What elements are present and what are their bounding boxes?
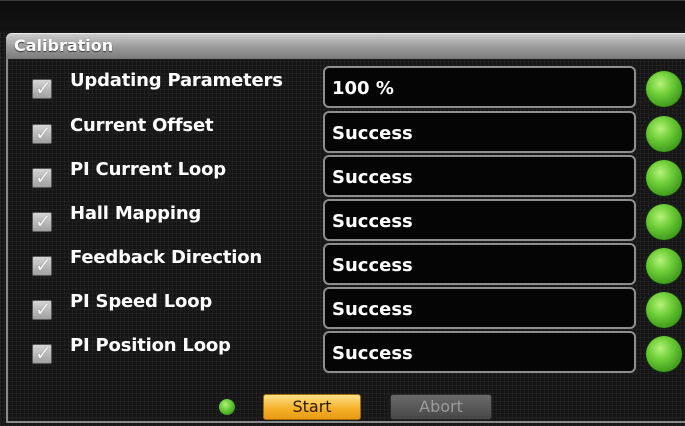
status-led-icon xyxy=(646,204,682,240)
step-checkbox[interactable]: ✓ xyxy=(32,253,52,277)
step-checkbox[interactable]: ✓ xyxy=(32,209,52,233)
step-checkbox[interactable]: ✓ xyxy=(32,121,52,145)
step-result-field: Success xyxy=(323,243,636,285)
step-label: Updating Parameters xyxy=(70,70,283,91)
calibration-step-row: ✓ PI Position Loop Success xyxy=(0,330,685,374)
step-label: Feedback Direction xyxy=(70,247,263,268)
panel-bottom-border xyxy=(6,421,685,423)
checkmark-icon: ✓ xyxy=(35,253,52,277)
panel-title: Calibration xyxy=(14,36,114,55)
step-label: Hall Mapping xyxy=(70,203,202,224)
step-label: Current Offset xyxy=(70,115,214,136)
calibration-step-row: ✓ PI Current Loop Success xyxy=(0,154,685,198)
status-indicator-icon xyxy=(219,399,235,415)
step-result-text: Success xyxy=(332,211,413,232)
panel-header: Calibration xyxy=(6,33,685,59)
calibration-step-row: ✓ Feedback Direction Success xyxy=(0,242,685,286)
calibration-step-row: ✓ PI Speed Loop Success xyxy=(0,286,685,330)
step-result-text: Success xyxy=(332,167,413,188)
step-result-text: Success xyxy=(332,255,413,276)
step-checkbox[interactable]: ✓ xyxy=(32,76,52,100)
checkmark-icon: ✓ xyxy=(35,76,52,100)
top-band xyxy=(0,1,685,31)
status-led-icon xyxy=(646,292,682,328)
step-result-text: Success xyxy=(332,299,413,320)
status-led-icon xyxy=(646,116,682,152)
step-result-field: Success xyxy=(323,111,636,153)
step-label: PI Position Loop xyxy=(70,335,231,356)
checkmark-icon: ✓ xyxy=(35,297,52,321)
step-result-text: 100 % xyxy=(332,78,394,99)
status-led-icon xyxy=(646,336,682,372)
step-label: PI Speed Loop xyxy=(70,291,213,312)
step-result-field: Success xyxy=(323,155,636,197)
status-led-icon xyxy=(646,160,682,196)
checkmark-icon: ✓ xyxy=(35,121,52,145)
step-result-field: Success xyxy=(323,287,636,329)
status-led-icon xyxy=(646,248,682,284)
checkmark-icon: ✓ xyxy=(35,341,52,365)
step-result-field: Success xyxy=(323,199,636,241)
step-checkbox[interactable]: ✓ xyxy=(32,297,52,321)
calibration-panel: Calibration ✓ Updating Parameters 100 % ✓ Cu… xyxy=(0,0,685,426)
abort-button[interactable]: Abort xyxy=(390,394,492,420)
step-result-field: 100 % xyxy=(323,66,636,108)
checkmark-icon: ✓ xyxy=(35,209,52,233)
step-result-field: Success xyxy=(323,331,636,373)
calibration-step-row: ✓ Updating Parameters 100 % xyxy=(0,65,685,109)
step-checkbox[interactable]: ✓ xyxy=(32,165,52,189)
step-result-text: Success xyxy=(332,123,413,144)
status-led-icon xyxy=(646,71,682,107)
calibration-step-row: ✓ Hall Mapping Success xyxy=(0,198,685,242)
step-checkbox[interactable]: ✓ xyxy=(32,341,52,365)
step-label: PI Current Loop xyxy=(70,159,226,180)
calibration-step-row: ✓ Current Offset Success xyxy=(0,110,685,154)
checkmark-icon: ✓ xyxy=(35,165,52,189)
step-result-text: Success xyxy=(332,343,413,364)
start-button[interactable]: Start xyxy=(263,394,361,420)
